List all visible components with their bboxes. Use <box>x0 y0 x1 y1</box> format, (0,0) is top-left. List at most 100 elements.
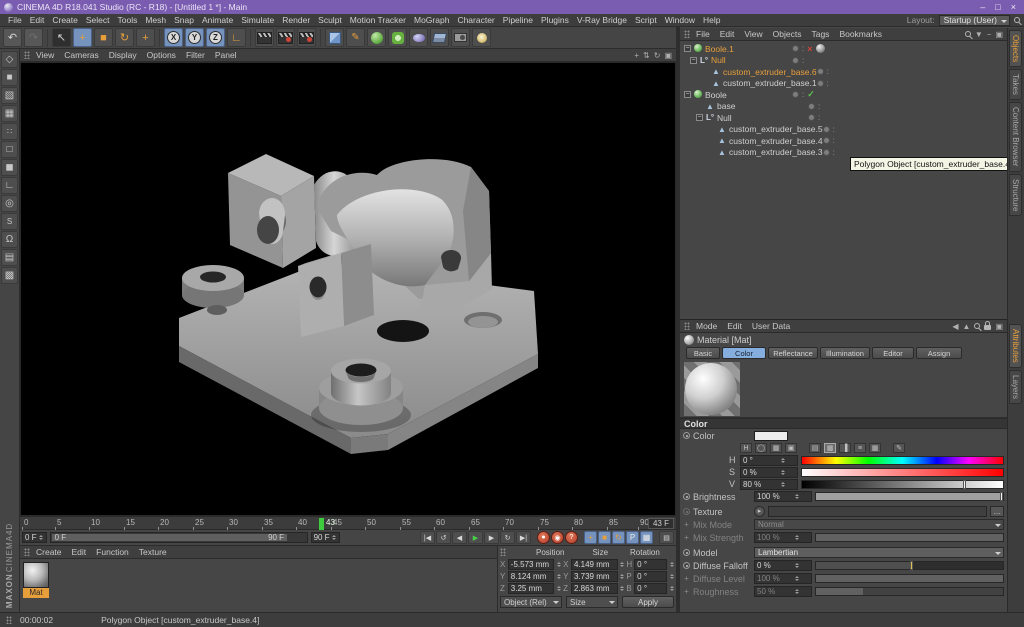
previous-frame-button[interactable]: ◀ <box>452 531 467 544</box>
mat-menu-texture[interactable]: Texture <box>135 547 171 557</box>
layout-select[interactable]: Startup (User) <box>939 15 1010 26</box>
viewport-rotate-icon[interactable]: ↻ <box>654 51 661 60</box>
rotate-tool[interactable]: ↻ <box>115 28 134 47</box>
eyedropper-button[interactable]: ✎ <box>893 443 905 453</box>
menu-select[interactable]: Select <box>82 15 114 25</box>
add-spline-button[interactable]: ✎ <box>346 28 365 47</box>
color-section-header[interactable]: Color <box>680 418 1007 429</box>
texture-browse-button[interactable]: ... <box>990 506 1004 517</box>
panel-icon[interactable]: ▣ <box>995 322 1003 331</box>
play-button[interactable]: ▶ <box>468 531 483 544</box>
tree-row-boole[interactable]: − Boole :✓ <box>680 89 1007 101</box>
vp-menu-display[interactable]: Display <box>105 50 141 60</box>
picker-swatches-button[interactable]: ▦ <box>869 443 881 453</box>
size-mode-dropdown[interactable]: Size <box>566 596 618 608</box>
vp-menu-filter[interactable]: Filter <box>182 50 209 60</box>
saturation-slider[interactable] <box>801 468 1004 477</box>
om-menu-tags[interactable]: Tags <box>807 29 833 39</box>
menu-file[interactable]: File <box>4 15 26 25</box>
visibility-dots[interactable]: : <box>827 79 829 88</box>
preview-range-slider[interactable]: 0 F 90 F <box>50 532 308 543</box>
menu-motion-tracker[interactable]: Motion Tracker <box>346 15 410 25</box>
om-menu-edit[interactable]: Edit <box>716 29 739 39</box>
search-icon[interactable] <box>974 323 980 329</box>
menu-snap[interactable]: Snap <box>170 15 198 25</box>
menu-pipeline[interactable]: Pipeline <box>499 15 537 25</box>
record-keyframe-button[interactable]: ● <box>537 531 550 544</box>
tab-editor[interactable]: Editor <box>872 347 914 359</box>
keying-settings-button[interactable]: ▤ <box>659 531 674 544</box>
value-slider[interactable] <box>801 480 1004 489</box>
close-button[interactable]: × <box>1011 2 1016 12</box>
search-icon[interactable] <box>1014 17 1020 23</box>
enable-toggle[interactable] <box>792 57 799 64</box>
key-position-toggle[interactable]: + <box>584 531 597 544</box>
tree-row-null1[interactable]: − L° Null : <box>680 55 1007 67</box>
rot-b-field[interactable]: 0 ° <box>634 583 667 594</box>
move-tool[interactable]: + <box>73 28 92 47</box>
material-thumbnail[interactable] <box>23 562 49 588</box>
animation-toggle[interactable] <box>683 493 690 500</box>
lock-icon[interactable] <box>984 325 991 330</box>
tab-takes[interactable]: Takes <box>1009 69 1022 100</box>
edges-mode-button[interactable]: □ <box>1 141 18 158</box>
tab-structure[interactable]: Structure <box>1009 174 1022 216</box>
am-menu-userdata[interactable]: User Data <box>748 321 794 331</box>
animation-toggle[interactable] <box>683 562 690 569</box>
diffuse-level-field[interactable]: 100 % <box>754 573 812 584</box>
polygons-mode-button[interactable]: ◼ <box>1 159 18 176</box>
minimize-panel-icon[interactable]: − <box>987 30 992 39</box>
hue-slider[interactable] <box>801 456 1004 465</box>
rot-h-field[interactable]: 0 ° <box>634 559 667 570</box>
collapse-icon[interactable]: − <box>690 57 697 64</box>
points-mode-button[interactable]: ∷ <box>1 123 18 140</box>
collapse-icon[interactable]: − <box>684 45 691 52</box>
magnet-snap-button[interactable]: Ω <box>1 231 18 248</box>
menu-mesh[interactable]: Mesh <box>141 15 170 25</box>
add-camera-button[interactable] <box>451 28 470 47</box>
tab-basic[interactable]: Basic <box>686 347 720 359</box>
slider-handle[interactable] <box>910 561 913 570</box>
viewport-pan-icon[interactable]: + <box>634 51 639 60</box>
render-view-button[interactable] <box>255 28 274 47</box>
visibility-dots[interactable]: : <box>818 102 820 111</box>
menu-script[interactable]: Script <box>631 15 661 25</box>
om-menu-view[interactable]: View <box>740 29 766 39</box>
diffuse-falloff-slider[interactable] <box>815 561 1004 570</box>
filter-icon[interactable]: ▼ <box>975 30 983 39</box>
key-pla-toggle[interactable]: ▦ <box>640 531 653 544</box>
vp-menu-options[interactable]: Options <box>143 50 180 60</box>
stepper[interactable] <box>620 584 625 593</box>
visibility-dots[interactable]: : <box>833 136 835 145</box>
tree-row-boole1[interactable]: − Boole.1 :× <box>680 43 1007 55</box>
live-selection-tool[interactable]: ↖ <box>52 28 71 47</box>
mix-strength-slider[interactable] <box>815 533 1004 542</box>
keyframe-selection-button[interactable]: ? <box>565 531 578 544</box>
coord-mode-dropdown[interactable]: Object (Rel) <box>500 596 562 608</box>
generator-enabled-icon[interactable]: ✓ <box>807 89 815 100</box>
stepper[interactable] <box>620 560 625 569</box>
picker-rgb-button[interactable]: ▤ <box>809 443 821 453</box>
enable-toggle[interactable] <box>792 45 799 52</box>
animation-toggle[interactable] <box>683 508 690 515</box>
visibility-dots[interactable]: : <box>818 113 820 122</box>
mat-menu-create[interactable]: Create <box>32 547 66 557</box>
redo-button[interactable]: ↷ <box>24 28 43 47</box>
enable-toggle[interactable] <box>817 80 824 87</box>
goto-end-button[interactable]: ▶| <box>516 531 531 544</box>
collapse-icon[interactable]: − <box>696 114 703 121</box>
parent-icon[interactable]: ▲ <box>963 322 971 331</box>
menu-plugins[interactable]: Plugins <box>537 15 573 25</box>
tab-objects[interactable]: Objects <box>1009 30 1022 67</box>
key-parameter-toggle[interactable]: P <box>626 531 639 544</box>
picker-spectrum-button[interactable]: ▦ <box>770 443 782 453</box>
enable-toggle[interactable] <box>823 126 830 133</box>
picker-hsv-button[interactable]: ▩ <box>824 443 836 453</box>
am-menu-mode[interactable]: Mode <box>692 321 721 331</box>
tree-row-base[interactable]: ▲ base : <box>680 101 1007 113</box>
tree-row-extruder4[interactable]: ▲ custom_extruder_base.4 : <box>680 135 1007 147</box>
mix-strength-field[interactable]: 100 % <box>754 532 812 543</box>
tree-row-extruder1[interactable]: ▲ custom_extruder_base.1 : <box>680 78 1007 90</box>
next-frame-button[interactable]: ▶ <box>484 531 499 544</box>
tab-content-browser[interactable]: Content Browser <box>1009 102 1022 172</box>
